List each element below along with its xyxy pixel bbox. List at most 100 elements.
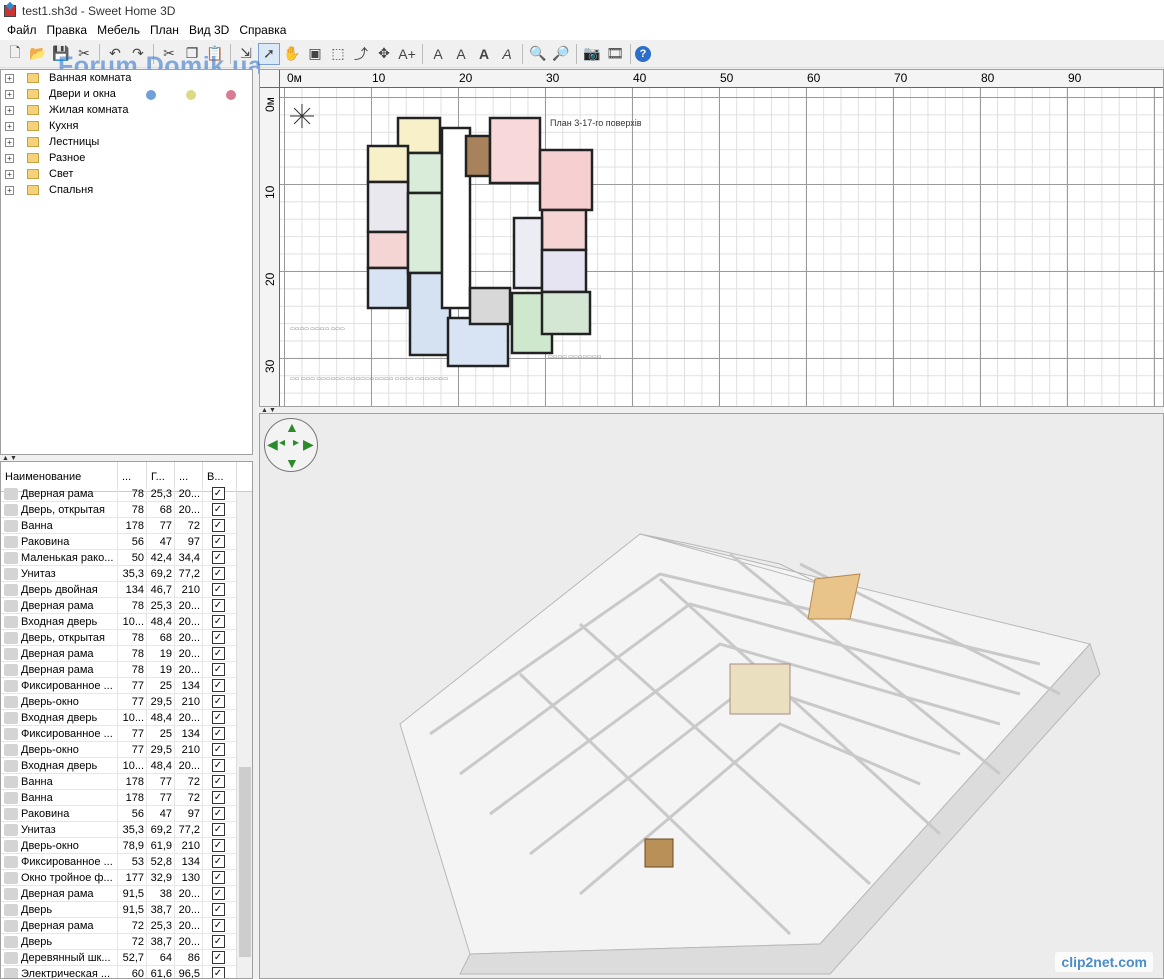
visible-checkbox[interactable]: ✓ bbox=[211, 743, 225, 756]
vertical-scrollbar[interactable] bbox=[236, 492, 252, 978]
table-row[interactable]: Входная дверь 10... 48,4 20... ✓ bbox=[1, 757, 252, 774]
table-row[interactable]: Дверь, открытая 78 68 20... ✓ bbox=[1, 629, 252, 646]
table-row[interactable]: Ванна 178 77 72 ✓ bbox=[1, 517, 252, 534]
visible-checkbox[interactable]: ✓ bbox=[211, 695, 225, 708]
table-row[interactable]: Дверная рама 78 19 20... ✓ bbox=[1, 645, 252, 662]
table-row[interactable]: Входная дверь 10... 48,4 20... ✓ bbox=[1, 613, 252, 630]
table-row[interactable]: Дверь двойная 134 46,7 210 ✓ bbox=[1, 581, 252, 598]
visible-checkbox[interactable]: ✓ bbox=[211, 599, 225, 612]
table-row[interactable]: Дверь-окно 78,9 61,9 210 ✓ bbox=[1, 837, 252, 854]
create-polylines-icon[interactable]: ⤴ bbox=[350, 43, 372, 65]
create-rooms-icon[interactable]: ⬚ bbox=[327, 43, 349, 65]
open-folder-icon[interactable]: 📂 bbox=[27, 43, 49, 65]
table-row[interactable]: Раковина 56 47 97 ✓ bbox=[1, 533, 252, 550]
visible-checkbox[interactable]: ✓ bbox=[211, 775, 225, 788]
catalog-category[interactable]: + Разное bbox=[1, 150, 252, 166]
3d-view[interactable]: ▲ ▼ ◀ ▶ ◂ ▸ clip2net.com bbox=[259, 413, 1164, 979]
menu-plan[interactable]: План bbox=[145, 21, 184, 40]
visible-checkbox[interactable]: ✓ bbox=[211, 935, 225, 948]
table-row[interactable]: Электрическая ... 60 61,6 96,5 ✓ bbox=[1, 965, 252, 978]
pan-mode-icon[interactable]: ✋ bbox=[281, 43, 303, 65]
table-row[interactable]: Раковина 56 47 97 ✓ bbox=[1, 805, 252, 822]
table-row[interactable]: Ванна 178 77 72 ✓ bbox=[1, 789, 252, 806]
table-row[interactable]: Унитаз 35,3 69,2 77,2 ✓ bbox=[1, 821, 252, 838]
table-row[interactable]: Дверь 72 38,7 20... ✓ bbox=[1, 933, 252, 950]
visible-checkbox[interactable]: ✓ bbox=[211, 727, 225, 740]
expand-icon[interactable]: + bbox=[5, 105, 14, 115]
new-file-icon[interactable]: 🗋 bbox=[4, 43, 26, 65]
table-row[interactable]: Дверь-окно 77 29,5 210 ✓ bbox=[1, 693, 252, 710]
decrease-text-size-icon[interactable]: A bbox=[450, 43, 472, 65]
table-row[interactable]: Дверь 91,5 38,7 20... ✓ bbox=[1, 901, 252, 918]
visible-checkbox[interactable]: ✓ bbox=[211, 679, 225, 692]
visible-checkbox[interactable]: ✓ bbox=[211, 839, 225, 852]
rotate-right-icon[interactable]: ▸ bbox=[293, 435, 299, 449]
table-row[interactable]: Дверная рама 91,5 38 20... ✓ bbox=[1, 885, 252, 902]
menu-help[interactable]: Справка bbox=[234, 21, 291, 40]
visible-checkbox[interactable]: ✓ bbox=[211, 887, 225, 900]
create-walls-icon[interactable]: ▣ bbox=[304, 43, 326, 65]
splitter-vertical[interactable] bbox=[253, 69, 258, 979]
visible-checkbox[interactable]: ✓ bbox=[211, 951, 225, 964]
table-row[interactable]: Дверная рама 72 25,3 20... ✓ bbox=[1, 917, 252, 934]
table-row[interactable]: Дверная рама 78 25,3 20... ✓ bbox=[1, 597, 252, 614]
arrow-right-icon[interactable]: ▶ bbox=[303, 436, 314, 453]
table-row[interactable]: Деревянный шк... 52,7 64 86 ✓ bbox=[1, 949, 252, 966]
catalog-category[interactable]: + Лестницы bbox=[1, 134, 252, 150]
visible-checkbox[interactable]: ✓ bbox=[211, 663, 225, 676]
create-photo-icon[interactable]: 📷 bbox=[581, 43, 603, 65]
visible-checkbox[interactable]: ✓ bbox=[211, 855, 225, 868]
bold-text-icon[interactable]: A bbox=[473, 43, 495, 65]
add-text-icon[interactable]: A+ bbox=[396, 43, 418, 65]
expand-icon[interactable]: + bbox=[5, 185, 14, 195]
table-row[interactable]: Фиксированное ... 53 52,8 134 ✓ bbox=[1, 853, 252, 870]
expand-icon[interactable]: + bbox=[5, 137, 14, 147]
catalog-category[interactable]: + Ванная комната bbox=[1, 70, 252, 86]
expand-icon[interactable]: + bbox=[5, 121, 14, 131]
visible-checkbox[interactable]: ✓ bbox=[211, 487, 225, 500]
menu-3dview[interactable]: Вид 3D bbox=[184, 21, 234, 40]
table-row[interactable]: Входная дверь 10... 48,4 20... ✓ bbox=[1, 709, 252, 726]
table-row[interactable]: Фиксированное ... 77 25 134 ✓ bbox=[1, 677, 252, 694]
catalog-category[interactable]: + Спальня bbox=[1, 182, 252, 198]
expand-icon[interactable]: + bbox=[5, 169, 14, 179]
help-icon[interactable]: ? bbox=[635, 45, 651, 62]
plan-view[interactable]: 0м 10 20 30 40 50 60 70 80 90 0м 10 20 3… bbox=[259, 69, 1164, 407]
visible-checkbox[interactable]: ✓ bbox=[211, 615, 225, 628]
visible-checkbox[interactable]: ✓ bbox=[211, 919, 225, 932]
arrow-down-icon[interactable]: ▼ bbox=[285, 455, 299, 471]
rotate-left-icon[interactable]: ◂ bbox=[279, 435, 285, 449]
visible-checkbox[interactable]: ✓ bbox=[211, 807, 225, 820]
menu-furniture[interactable]: Мебель bbox=[92, 21, 145, 40]
create-video-icon[interactable]: 🎞 bbox=[604, 43, 626, 65]
visible-checkbox[interactable]: ✓ bbox=[211, 535, 225, 548]
table-row[interactable]: Дверная рама 78 19 20... ✓ bbox=[1, 661, 252, 678]
visible-checkbox[interactable]: ✓ bbox=[211, 519, 225, 532]
visible-checkbox[interactable]: ✓ bbox=[211, 631, 225, 644]
plan-grid[interactable]: План 3-17-го поверхів ▭▭▭▭ ▭▭▭▭ ▭▭▭ ▭▭ ▭… bbox=[280, 88, 1163, 406]
table-row[interactable]: Дверь-окно 77 29,5 210 ✓ bbox=[1, 741, 252, 758]
table-row[interactable]: Фиксированное ... 77 25 134 ✓ bbox=[1, 725, 252, 742]
expand-icon[interactable]: + bbox=[5, 153, 14, 163]
visible-checkbox[interactable]: ✓ bbox=[211, 503, 225, 516]
visible-checkbox[interactable]: ✓ bbox=[211, 871, 225, 884]
navigation-pad[interactable]: ▲ ▼ ◀ ▶ ◂ ▸ bbox=[264, 418, 318, 472]
catalog-category[interactable]: + Свет bbox=[1, 166, 252, 182]
menu-file[interactable]: Файл bbox=[2, 21, 42, 40]
arrow-left-icon[interactable]: ◀ bbox=[267, 436, 278, 453]
table-row[interactable]: Дверь, открытая 78 68 20... ✓ bbox=[1, 501, 252, 518]
menu-edit[interactable]: Правка bbox=[42, 21, 93, 40]
visible-checkbox[interactable]: ✓ bbox=[211, 791, 225, 804]
visible-checkbox[interactable]: ✓ bbox=[211, 583, 225, 596]
table-row[interactable]: Окно тройное ф... 177 32,9 130 ✓ bbox=[1, 869, 252, 886]
visible-checkbox[interactable]: ✓ bbox=[211, 759, 225, 772]
visible-checkbox[interactable]: ✓ bbox=[211, 967, 225, 978]
expand-icon[interactable]: + bbox=[5, 89, 14, 99]
visible-checkbox[interactable]: ✓ bbox=[211, 647, 225, 660]
scrollbar-thumb[interactable] bbox=[239, 767, 251, 957]
table-row[interactable]: Ванна 178 77 72 ✓ bbox=[1, 773, 252, 790]
zoom-in-icon[interactable]: 🔍 bbox=[527, 43, 549, 65]
italic-text-icon[interactable]: A bbox=[496, 43, 518, 65]
table-row[interactable]: Дверная рама 78 25,3 20... ✓ bbox=[1, 485, 252, 502]
visible-checkbox[interactable]: ✓ bbox=[211, 823, 225, 836]
